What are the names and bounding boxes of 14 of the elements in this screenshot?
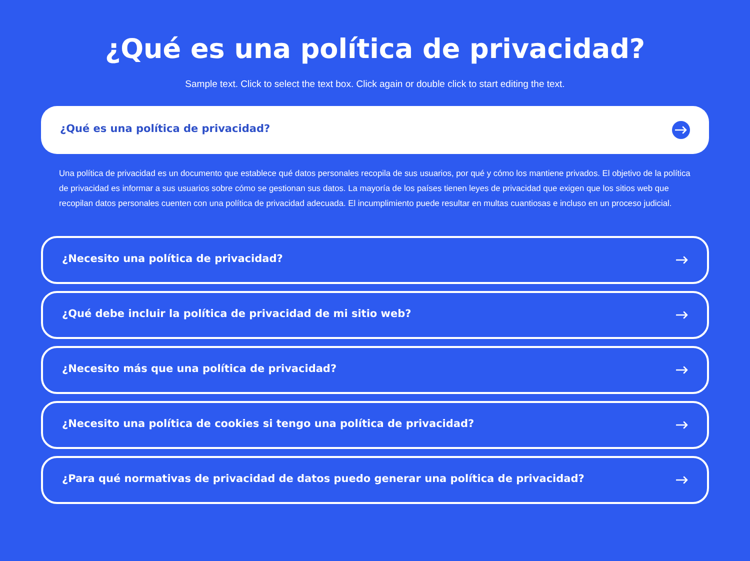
faq-answer: Una política de privacidad es un documento que establece qué datos personales recopila de sus usuarios, por qué y cómo los mantiene privados. El objetivo de la política de privacidad es informar a sus usuarios sobre cómo se gestionan sus datos. La mayoría de los países tienen leyes de privacidad que exigen que los sitios web que recopilan datos personales cuenten con una política de privacidad adecuada. El incumplimiento puede resultar en multas cuantiosas e incluso en un proceso judicial. [58, 167, 692, 210]
arrow-icon [676, 366, 688, 374]
faq-question[interactable]: ¿Qué es una política de privacidad? [41, 106, 709, 154]
page-title: ¿Qué es una política de privacidad? [104, 33, 646, 67]
faq-question[interactable]: ¿Para qué normativas de privacidad de datos puedo generar una política de privacidad? [41, 456, 709, 504]
faq-question[interactable]: ¿Qué debe incluir la política de privacidad de mi sitio web? [41, 291, 709, 339]
arrow-icon [676, 476, 688, 484]
faq-question[interactable]: ¿Necesito una política de privacidad? [41, 236, 709, 284]
arrow-icon [676, 421, 688, 429]
faq-question[interactable]: ¿Necesito más que una política de privacidad? [41, 346, 709, 394]
arrow-icon [676, 256, 688, 264]
faq-question[interactable]: ¿Necesito una política de cookies si tengo una política de privacidad? [41, 401, 709, 449]
arrow-icon [676, 311, 688, 319]
subtitle: Sample text. Click to select the text box. Click again or double click to start editing the text. [185, 78, 565, 92]
